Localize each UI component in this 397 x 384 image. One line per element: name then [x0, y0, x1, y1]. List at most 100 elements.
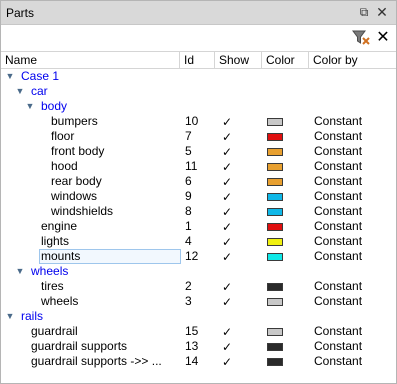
clear-filter-icon[interactable]: ✕ [373, 28, 393, 48]
tree-part-row[interactable]: windshields 8 ✓ Constant [1, 204, 396, 219]
tree-item-label[interactable]: body [41, 99, 67, 114]
color-swatch[interactable] [267, 238, 283, 246]
color-swatch[interactable] [267, 118, 283, 126]
color-by-value[interactable]: Constant [314, 204, 362, 219]
tree-item-label[interactable]: mounts [41, 249, 80, 264]
tree-item-label[interactable]: hood [51, 159, 78, 174]
show-checkbox[interactable]: ✓ [221, 176, 233, 188]
tree-part-row[interactable]: windows 9 ✓ Constant [1, 189, 396, 204]
color-by-value[interactable]: Constant [314, 144, 362, 159]
header-show[interactable]: Show [215, 52, 262, 69]
tree-item-label[interactable]: engine [41, 219, 77, 234]
header-color-by[interactable]: Color by [309, 52, 396, 69]
tree-item-label[interactable]: front body [51, 144, 104, 159]
part-id: 7 [185, 129, 192, 143]
show-checkbox[interactable]: ✓ [221, 251, 233, 263]
tree-item-label[interactable]: Case 1 [21, 69, 59, 84]
header-id[interactable]: Id [180, 52, 215, 69]
float-panel-icon[interactable]: ⧉ [356, 4, 372, 21]
tree-item-label[interactable]: rails [21, 309, 43, 324]
tree-group-row[interactable]: ▼ car [1, 84, 396, 99]
show-checkbox[interactable]: ✓ [221, 356, 233, 368]
show-checkbox[interactable]: ✓ [221, 146, 233, 158]
tree-part-row[interactable]: tires 2 ✓ Constant [1, 279, 396, 294]
tree-item-label[interactable]: windows [51, 189, 97, 204]
tree-item-label[interactable]: wheels [31, 264, 68, 279]
show-checkbox[interactable]: ✓ [221, 161, 233, 173]
show-checkbox[interactable]: ✓ [221, 281, 233, 293]
tree-part-row[interactable]: hood 11 ✓ Constant [1, 159, 396, 174]
color-swatch[interactable] [267, 163, 283, 171]
show-checkbox[interactable]: ✓ [221, 326, 233, 338]
color-swatch[interactable] [267, 208, 283, 216]
tree-item-label[interactable]: wheels [41, 294, 78, 309]
tree-part-row[interactable]: front body 5 ✓ Constant [1, 144, 396, 159]
close-panel-icon[interactable]: ✕ [374, 4, 390, 21]
header-name[interactable]: Name [1, 52, 180, 69]
color-swatch[interactable] [267, 148, 283, 156]
show-checkbox[interactable]: ✓ [221, 116, 233, 128]
color-swatch[interactable] [267, 178, 283, 186]
tree-item-label[interactable]: rear body [51, 174, 102, 189]
color-swatch[interactable] [267, 328, 283, 336]
tree-group-row[interactable]: ▼ rails [1, 309, 396, 324]
tree-item-label[interactable]: windshields [51, 204, 113, 219]
color-swatch[interactable] [267, 193, 283, 201]
tree-part-row[interactable]: engine 1 ✓ Constant [1, 219, 396, 234]
color-swatch[interactable] [267, 283, 283, 291]
color-swatch[interactable] [267, 133, 283, 141]
tree-item-label[interactable]: guardrail [31, 324, 78, 339]
color-by-value[interactable]: Constant [314, 189, 362, 204]
tree-part-row[interactable]: wheels 3 ✓ Constant [1, 294, 396, 309]
color-by-value[interactable]: Constant [314, 174, 362, 189]
color-by-value[interactable]: Constant [314, 279, 362, 294]
show-checkbox[interactable]: ✓ [221, 191, 233, 203]
expand-toggle-icon[interactable]: ▼ [25, 99, 35, 114]
color-by-value[interactable]: Constant [314, 234, 362, 249]
show-checkbox[interactable]: ✓ [221, 296, 233, 308]
tree-part-row[interactable]: lights 4 ✓ Constant [1, 234, 396, 249]
color-swatch[interactable] [267, 253, 283, 261]
filter-icon[interactable] [351, 28, 371, 48]
show-checkbox[interactable]: ✓ [221, 221, 233, 233]
tree-group-row[interactable]: ▼ wheels [1, 264, 396, 279]
tree-item-label[interactable]: guardrail supports ->> ... [31, 354, 162, 369]
tree-item-label[interactable]: guardrail supports [31, 339, 127, 354]
header-color[interactable]: Color [262, 52, 309, 69]
show-checkbox[interactable]: ✓ [221, 341, 233, 353]
expand-toggle-icon[interactable]: ▼ [15, 84, 25, 99]
expand-toggle-icon[interactable]: ▼ [5, 309, 15, 324]
color-by-value[interactable]: Constant [314, 294, 362, 309]
tree-item-label[interactable]: car [31, 84, 48, 99]
show-checkbox[interactable]: ✓ [221, 206, 233, 218]
tree-part-row[interactable]: rear body 6 ✓ Constant [1, 174, 396, 189]
tree-item-label[interactable]: bumpers [51, 114, 98, 129]
tree-part-row[interactable]: bumpers 10 ✓ Constant [1, 114, 396, 129]
color-swatch[interactable] [267, 343, 283, 351]
color-swatch[interactable] [267, 298, 283, 306]
color-swatch[interactable] [267, 358, 283, 366]
color-by-value[interactable]: Constant [314, 219, 362, 234]
color-by-value[interactable]: Constant [314, 339, 362, 354]
tree-group-row[interactable]: ▼ body [1, 99, 396, 114]
tree-part-row[interactable]: guardrail supports ->> ... 14 ✓ Constant [1, 354, 396, 369]
show-checkbox[interactable]: ✓ [221, 236, 233, 248]
expand-toggle-icon[interactable]: ▼ [15, 264, 25, 279]
color-by-value[interactable]: Constant [314, 249, 362, 264]
tree-item-label[interactable]: tires [41, 279, 64, 294]
color-by-value[interactable]: Constant [314, 129, 362, 144]
tree-part-row[interactable]: mounts 12 ✓ Constant [1, 249, 396, 264]
color-by-value[interactable]: Constant [314, 324, 362, 339]
color-swatch[interactable] [267, 223, 283, 231]
tree-part-row[interactable]: floor 7 ✓ Constant [1, 129, 396, 144]
color-by-value[interactable]: Constant [314, 114, 362, 129]
expand-toggle-icon[interactable]: ▼ [5, 69, 15, 84]
tree-item-label[interactable]: floor [51, 129, 74, 144]
tree-part-row[interactable]: guardrail 15 ✓ Constant [1, 324, 396, 339]
tree-part-row[interactable]: guardrail supports 13 ✓ Constant [1, 339, 396, 354]
tree-item-label[interactable]: lights [41, 234, 69, 249]
tree-group-row[interactable]: ▼ Case 1 [1, 69, 396, 84]
show-checkbox[interactable]: ✓ [221, 131, 233, 143]
color-by-value[interactable]: Constant [314, 159, 362, 174]
color-by-value[interactable]: Constant [314, 354, 362, 369]
